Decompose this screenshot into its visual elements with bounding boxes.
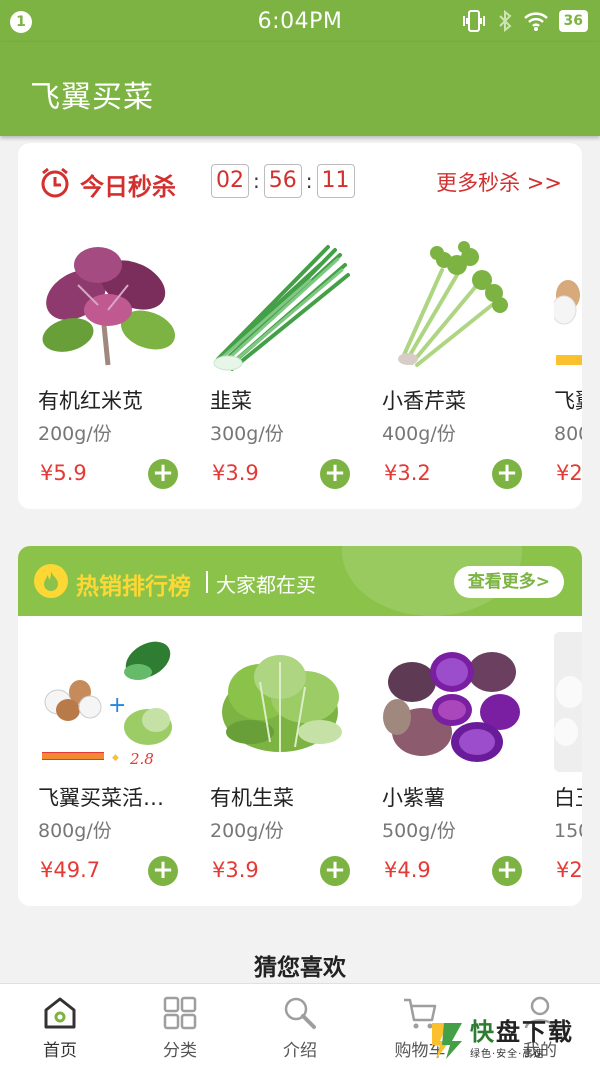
product-name: 小香芹菜 xyxy=(382,389,466,413)
add-to-cart-button[interactable]: + xyxy=(148,459,178,489)
product-image-amaranth[interactable] xyxy=(38,235,178,375)
add-to-cart-button[interactable]: + xyxy=(320,459,350,489)
nav-intro[interactable]: 介绍 xyxy=(240,994,360,1061)
product-price: ¥3.9 xyxy=(212,858,259,882)
product-spec: 150g/份 xyxy=(554,820,582,842)
product-spec: 800g/份 xyxy=(554,423,582,445)
product-name: 飞翼买菜活… xyxy=(38,786,164,810)
product-image-mushroom[interactable] xyxy=(554,632,582,772)
fire-icon xyxy=(34,564,68,598)
add-to-cart-button[interactable]: + xyxy=(492,459,522,489)
hot-list-subtitle: 大家都在买 xyxy=(216,573,316,597)
product-name: 白玉 xyxy=(554,786,582,810)
bluetooth-icon xyxy=(498,9,512,33)
nav-label: 分类 xyxy=(163,1041,197,1061)
product-price: ¥2 xyxy=(556,858,582,882)
nav-home[interactable]: 首页 xyxy=(0,994,120,1061)
product-name: 小紫薯 xyxy=(382,786,445,810)
product-image-chives[interactable] xyxy=(210,235,350,375)
product-spec: 300g/份 xyxy=(210,423,284,445)
product-image-eggs[interactable] xyxy=(554,235,582,375)
product-name: 韭菜 xyxy=(210,389,252,413)
home-icon xyxy=(44,997,76,1029)
product-spec: 400g/份 xyxy=(382,423,456,445)
vibrate-icon xyxy=(462,10,485,32)
flash-sale-title: 今日秒杀 xyxy=(80,173,176,201)
product-card[interactable]: 韭菜 300g/份 ¥3.9 + xyxy=(210,235,360,505)
countdown-minutes: 56 xyxy=(263,164,302,198)
watermark-logo-icon xyxy=(432,1022,462,1059)
nav-category[interactable]: 分类 xyxy=(120,994,240,1061)
flash-sale-product-list: 有机红米苋 200g/份 ¥5.9 + 韭菜 300g/份 ¥3.9 + 小香芹… xyxy=(38,235,582,505)
wifi-icon xyxy=(523,12,548,31)
svg-text:+: + xyxy=(108,693,126,718)
countdown-timer: 02 : 56 : 11 xyxy=(211,164,355,198)
product-card[interactable]: + ◆ 2.8 飞翼买菜活… 800g/份 ¥49.7 + xyxy=(38,632,188,902)
product-spec: 500g/份 xyxy=(382,820,456,842)
hot-list-card: 热销排行榜 大家都在买 查看更多> + ◆ 2.8 飞翼买菜活… 800g/份 … xyxy=(18,546,582,906)
countdown-seconds: 11 xyxy=(316,164,355,198)
product-card[interactable]: 有机红米苋 200g/份 ¥5.9 + xyxy=(38,235,188,505)
add-to-cart-button[interactable]: + xyxy=(492,856,522,886)
product-price: ¥3.2 xyxy=(384,461,431,485)
add-to-cart-button[interactable]: + xyxy=(148,856,178,886)
product-card[interactable]: 飞翼 800g/份 ¥2 xyxy=(554,235,582,505)
product-price: ¥2 xyxy=(556,461,582,485)
app-bar: 飞翼买菜 xyxy=(0,42,600,136)
product-price: ¥5.9 xyxy=(40,461,87,485)
countdown-separator: : xyxy=(305,169,313,193)
watermark-title: 快盘下载 xyxy=(470,1018,574,1046)
product-price: ¥4.9 xyxy=(384,858,431,882)
product-spec: 800g/份 xyxy=(38,820,112,842)
search-icon xyxy=(284,997,316,1029)
product-image-purple-potato[interactable] xyxy=(382,632,522,772)
flash-sale-card: 今日秒杀 02 : 56 : 11 更多秒杀 >> 有机红米苋 200g/份 ¥… xyxy=(18,143,582,509)
product-name: 飞翼 xyxy=(554,389,582,413)
countdown-separator: : xyxy=(253,169,260,193)
product-image-celery[interactable] xyxy=(382,235,522,375)
grid-icon xyxy=(163,996,197,1030)
battery-icon: 36 xyxy=(558,10,588,32)
product-spec: 200g/份 xyxy=(210,820,284,842)
status-time: 6:04PM xyxy=(257,8,343,34)
nav-label: 介绍 xyxy=(283,1041,317,1061)
countdown-hours: 02 xyxy=(211,164,249,198)
product-card[interactable]: 小紫薯 500g/份 ¥4.9 + xyxy=(382,632,532,902)
more-flash-sale-link[interactable]: 更多秒杀 >> xyxy=(436,167,562,197)
guess-you-like-title: 猜您喜欢 xyxy=(254,955,346,981)
product-name: 有机生菜 xyxy=(210,786,294,810)
status-icons: 36 xyxy=(461,9,588,33)
product-card[interactable]: 白玉 150g/份 ¥2 xyxy=(554,632,582,902)
product-spec: 200g/份 xyxy=(38,423,112,445)
alarm-clock-icon xyxy=(41,167,69,198)
add-to-cart-button[interactable]: + xyxy=(320,856,350,886)
view-more-button[interactable]: 查看更多> xyxy=(453,566,564,598)
status-bar: 1 6:04PM 36 xyxy=(0,0,600,42)
watermark-tagline: 绿色·安全·高速 xyxy=(470,1049,545,1060)
hot-list-title: 热销排行榜 xyxy=(76,574,191,600)
flash-sale-header: 今日秒杀 02 : 56 : 11 更多秒杀 >> xyxy=(18,143,582,215)
promo-price-label: 2.8 xyxy=(129,750,154,768)
hot-product-list: + ◆ 2.8 飞翼买菜活… 800g/份 ¥49.7 + 有机生菜 200g/… xyxy=(38,632,582,902)
product-card[interactable]: 小香芹菜 400g/份 ¥3.2 + xyxy=(382,235,532,505)
watermark: 快盘下载 绿色·安全·高速 xyxy=(428,1012,600,1067)
product-price: ¥3.9 xyxy=(212,461,259,485)
app-title: 飞翼买菜 xyxy=(30,80,154,115)
notification-badge: 1 xyxy=(10,11,32,33)
title-divider xyxy=(206,571,208,593)
watermark-text: 快盘下载 绿色·安全·高速 xyxy=(470,1019,574,1060)
nav-label: 首页 xyxy=(43,1041,77,1061)
product-name: 有机红米苋 xyxy=(38,389,143,413)
product-card[interactable]: 有机生菜 200g/份 ¥3.9 + xyxy=(210,632,360,902)
hot-list-header: 热销排行榜 大家都在买 查看更多> xyxy=(18,546,582,616)
product-price: ¥49.7 xyxy=(40,858,101,882)
product-image-combo[interactable]: + ◆ 2.8 xyxy=(38,632,178,772)
product-image-lettuce[interactable] xyxy=(210,632,350,772)
svg-text:◆: ◆ xyxy=(112,753,119,763)
